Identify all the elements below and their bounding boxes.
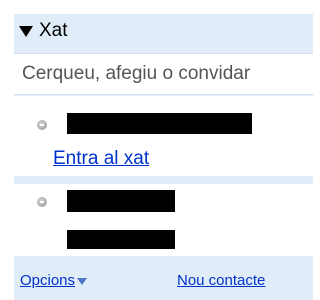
chat-header[interactable]: Xat	[14, 14, 313, 48]
contact-name-redacted	[67, 230, 175, 249]
dropdown-arrow-icon	[77, 277, 88, 285]
chat-title: Xat	[39, 20, 68, 41]
contact-name-redacted	[67, 190, 175, 212]
offline-status-icon	[37, 120, 47, 130]
offline-status-icon	[37, 197, 47, 207]
enter-chat-link[interactable]: Entra al xat	[53, 148, 149, 170]
options-label: Opcions	[20, 272, 76, 289]
search-box[interactable]	[14, 53, 313, 95]
contact-name-redacted	[67, 113, 252, 134]
new-contact-link[interactable]: Nou contacte	[177, 272, 265, 289]
collapse-triangle-icon[interactable]	[19, 25, 33, 37]
options-link[interactable]: Opcions	[20, 272, 88, 289]
search-input[interactable]	[14, 54, 313, 94]
